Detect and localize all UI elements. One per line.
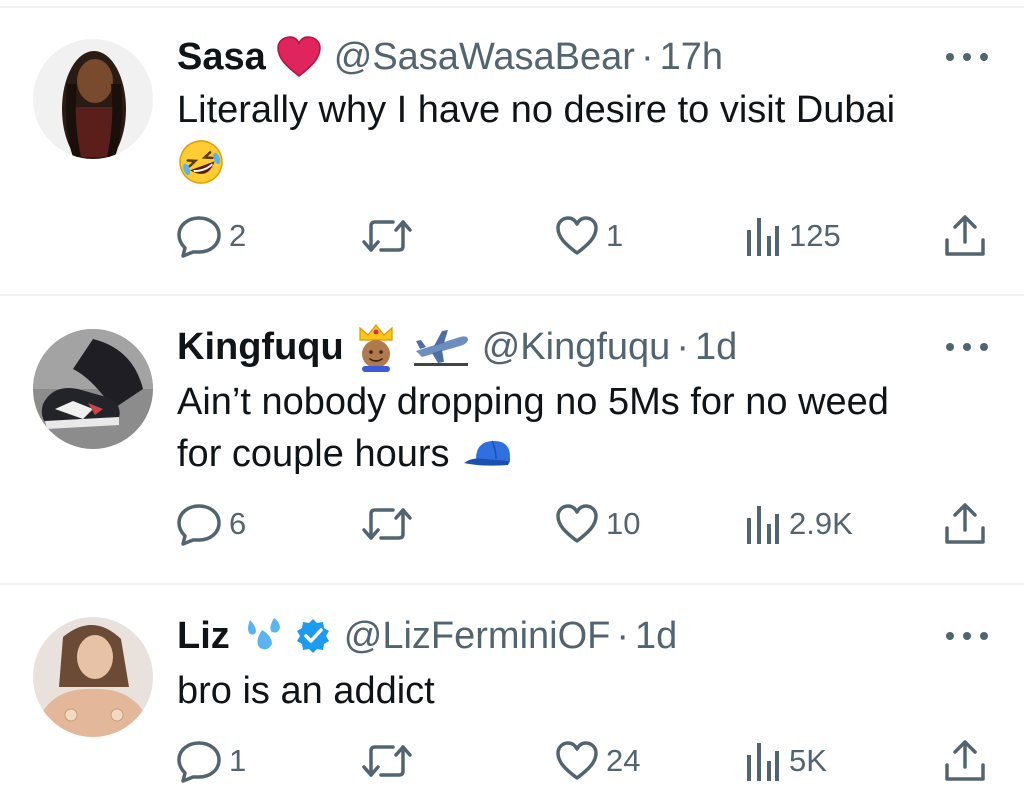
tweet-actions: 2 1 125 (177, 214, 997, 258)
views-button[interactable]: 2.9K (743, 502, 853, 546)
like-count: 24 (606, 743, 641, 778)
retweet-icon (362, 508, 412, 540)
tweet-text-line: Ain’t nobody dropping no 5Ms for no weed (177, 381, 889, 423)
avatar[interactable] (33, 329, 153, 449)
display-name[interactable]: Kingfuqu (177, 326, 344, 369)
retweet-icon (362, 745, 412, 777)
tweet-kingfuqu[interactable]: Kingfuqu @Kingfuqu · 1d Ain’t nobody dro… (0, 296, 1024, 584)
tweet-header: Liz @LizFerminiOF · 1d (177, 613, 677, 659)
timestamp[interactable]: 1d (635, 615, 677, 658)
verified-badge-icon[interactable] (294, 617, 332, 655)
retweet-button[interactable] (361, 739, 413, 783)
share-button[interactable] (943, 214, 987, 258)
share-icon (945, 215, 985, 256)
views-button[interactable]: 5K (743, 739, 827, 783)
avatar[interactable] (33, 617, 153, 737)
tweet-text: bro is an addict (177, 665, 977, 717)
separator-dot: · (676, 325, 689, 368)
red-heart-emoji-icon (276, 36, 322, 78)
tweet-liz[interactable]: Liz @LizFerminiOF · 1d bro is an addict … (0, 585, 1024, 803)
views-bar-chart-icon (747, 218, 779, 256)
reply-icon (177, 741, 221, 783)
view-count: 125 (789, 218, 841, 253)
user-handle[interactable]: @SasaWasaBear (334, 36, 635, 79)
reply-icon (177, 504, 221, 546)
tweet-text-line-wrap: for couple hours (177, 428, 977, 480)
avatar-image (33, 39, 153, 159)
views-bar-chart-icon (747, 506, 779, 544)
rolling-laughing-emoji-icon (177, 136, 977, 188)
user-handle[interactable]: @LizFerminiOF (344, 615, 611, 658)
display-name[interactable]: Liz (177, 615, 230, 658)
views-bar-chart-icon (747, 743, 779, 781)
timestamp[interactable]: 17h (660, 36, 723, 79)
tweet-text: Ain’t nobody dropping no 5Ms for no weed… (177, 376, 977, 480)
reply-count: 1 (229, 743, 247, 778)
heart-outline-icon (556, 741, 598, 780)
share-button[interactable] (943, 739, 987, 783)
tweet-sasa[interactable]: Sasa @SasaWasaBear · 17h Literally why I… (0, 0, 1024, 296)
share-icon (945, 503, 985, 544)
avatar-image (33, 617, 153, 737)
prince-crown-emoji-icon (354, 322, 398, 372)
reply-count: 6 (229, 506, 247, 541)
share-button[interactable] (943, 502, 987, 546)
like-count: 1 (606, 218, 624, 253)
reply-feed: Sasa @SasaWasaBear · 17h Literally why I… (0, 0, 1024, 803)
heart-outline-icon (556, 504, 598, 543)
tweet-actions: 6 10 2.9K (177, 502, 997, 546)
airplane-departure-emoji-icon (412, 327, 470, 367)
sweat-droplets-emoji-icon (240, 614, 286, 658)
reply-button[interactable]: 6 (177, 502, 246, 546)
share-icon (945, 740, 985, 781)
like-button[interactable]: 1 (554, 214, 623, 258)
tweet-actions: 1 24 5K (177, 739, 997, 783)
like-button[interactable]: 10 (554, 502, 640, 546)
blue-cap-emoji-icon (462, 437, 514, 471)
reply-icon (177, 216, 221, 258)
views-button[interactable]: 125 (743, 214, 841, 258)
tweet-text-line: bro is an addict (177, 670, 435, 712)
view-count: 2.9K (789, 506, 853, 541)
reply-button[interactable]: 2 (177, 214, 246, 258)
avatar[interactable] (33, 39, 153, 159)
display-name[interactable]: Sasa (177, 36, 266, 79)
separator-dot: · (640, 35, 654, 78)
user-handle[interactable]: @Kingfuqu (482, 326, 671, 369)
tweet-header: Sasa @SasaWasaBear · 17h (177, 34, 723, 80)
separator-dot: · (616, 614, 630, 657)
heart-outline-icon (556, 216, 598, 255)
tweet-header: Kingfuqu @Kingfuqu · 1d (177, 322, 737, 372)
view-count: 5K (789, 743, 827, 778)
retweet-button[interactable] (361, 214, 413, 258)
tweet-text: Literally why I have no desire to visit … (177, 84, 977, 188)
retweet-icon (362, 220, 412, 252)
retweet-button[interactable] (361, 502, 413, 546)
like-count: 10 (606, 506, 641, 541)
reply-button[interactable]: 1 (177, 739, 246, 783)
tweet-text-line: Literally why I have no desire to visit … (177, 89, 896, 131)
more-options-icon[interactable] (946, 626, 988, 646)
avatar-image (33, 329, 153, 449)
more-options-icon[interactable] (946, 47, 988, 67)
timestamp[interactable]: 1d (695, 326, 737, 369)
reply-count: 2 (229, 218, 247, 253)
like-button[interactable]: 24 (554, 739, 640, 783)
tweet-text-line: for couple hours (177, 433, 450, 475)
more-options-icon[interactable] (946, 337, 988, 357)
